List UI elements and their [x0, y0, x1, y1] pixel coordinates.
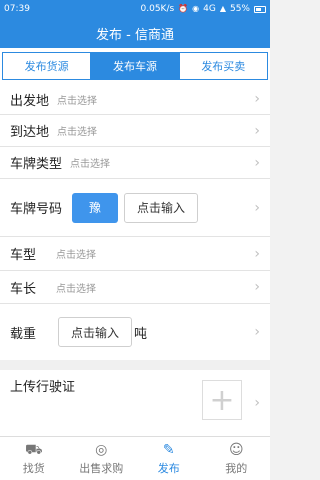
- wifi-icon: ◉: [192, 4, 200, 13]
- vehicle-type-label: 车型: [10, 248, 37, 263]
- chevron-right-icon: ›: [254, 324, 260, 340]
- chevron-right-icon: ›: [254, 245, 260, 262]
- page-title: 发布 - 信商通: [96, 27, 174, 43]
- origin-row[interactable]: 出发地 点击选择 ›: [0, 84, 270, 115]
- nav-label: 我的: [225, 461, 248, 475]
- vehicle-length-label: 车长: [10, 281, 37, 297]
- plus-icon: +: [209, 382, 235, 418]
- publish-tabs: 发布货源 发布车源 发布买卖: [0, 48, 270, 84]
- section-divider: [0, 360, 270, 370]
- plate-number-input[interactable]: 点击输入: [124, 192, 199, 223]
- edit-icon: ✎: [162, 441, 175, 458]
- truck-icon: ⛟: [24, 441, 43, 458]
- vehicle-length-row[interactable]: 车长 点击选择 ›: [0, 271, 270, 304]
- chevron-right-icon: ›: [254, 279, 260, 295]
- battery-icon: [254, 5, 266, 13]
- add-photo-button[interactable]: +: [202, 380, 242, 420]
- signal-type: 4G: [203, 4, 216, 14]
- chevron-right-icon: ›: [254, 122, 260, 139]
- tab-publish-vehicle[interactable]: 发布车源: [91, 52, 180, 80]
- bottom-nav: ⛟ 找货 ◎ 出售求购 ✎ 发布 ☺ 我的: [0, 436, 270, 480]
- plate-number-label: 车牌号码: [10, 202, 63, 217]
- chevron-right-icon: ›: [254, 199, 260, 216]
- nav-label: 发布: [157, 461, 180, 475]
- origin-label: 出发地: [10, 93, 50, 109]
- network-speed: 0.05K/s: [140, 4, 175, 14]
- destination-label: 到达地: [10, 125, 50, 140]
- vehicle-length-select[interactable]: 点击选择: [56, 280, 96, 295]
- license-label: 上传行驶证: [10, 380, 76, 395]
- license-upload-row: 上传行驶证 + ›: [0, 370, 270, 436]
- vehicle-type-row[interactable]: 车型 点击选择 ›: [0, 237, 270, 271]
- chevron-right-icon: ›: [254, 91, 260, 107]
- nav-buy-sell[interactable]: ◎ 出售求购: [68, 437, 136, 480]
- load-unit: 吨: [134, 326, 148, 342]
- destination-row[interactable]: 到达地 点击选择 ›: [0, 115, 270, 147]
- plate-type-row[interactable]: 车牌类型 点击选择 ›: [0, 147, 270, 179]
- signal-icon: ▲: [219, 4, 226, 13]
- person-icon: ☺: [228, 441, 244, 458]
- plate-type-select[interactable]: 点击选择: [70, 155, 110, 170]
- battery-percent: 55%: [229, 4, 250, 14]
- load-input[interactable]: 点击输入: [58, 317, 133, 347]
- nav-publish[interactable]: ✎ 发布: [135, 437, 203, 480]
- coins-icon: ◎: [95, 441, 108, 458]
- load-label: 载重: [10, 326, 37, 342]
- status-time: 07:39: [4, 4, 30, 14]
- nav-find-cargo[interactable]: ⛟ 找货: [0, 437, 68, 480]
- nav-label: 找货: [22, 461, 45, 475]
- load-row: 载重 点击输入 吨 ›: [0, 304, 270, 360]
- tab-publish-cargo[interactable]: 发布货源: [2, 52, 92, 80]
- destination-select[interactable]: 点击选择: [57, 123, 97, 138]
- origin-select[interactable]: 点击选择: [57, 92, 97, 107]
- plate-type-label: 车牌类型: [10, 157, 63, 172]
- tab-publish-trade[interactable]: 发布买卖: [179, 52, 268, 80]
- page-title-bar: 发布 - 信商通: [0, 18, 270, 48]
- chevron-right-icon: ›: [254, 154, 260, 171]
- nav-mine[interactable]: ☺ 我的: [203, 437, 271, 480]
- vehicle-type-select[interactable]: 点击选择: [56, 246, 96, 261]
- chevron-right-icon: ›: [254, 395, 260, 411]
- alarm-icon: ⏰: [178, 4, 189, 13]
- status-bar: 07:39 0.05K/s ⏰ ◉ 4G ▲ 55%: [0, 0, 270, 18]
- plate-number-row: 车牌号码 豫 点击输入 ›: [0, 179, 270, 237]
- province-prefix-button[interactable]: 豫: [72, 192, 119, 223]
- nav-label: 出售求购: [79, 461, 124, 475]
